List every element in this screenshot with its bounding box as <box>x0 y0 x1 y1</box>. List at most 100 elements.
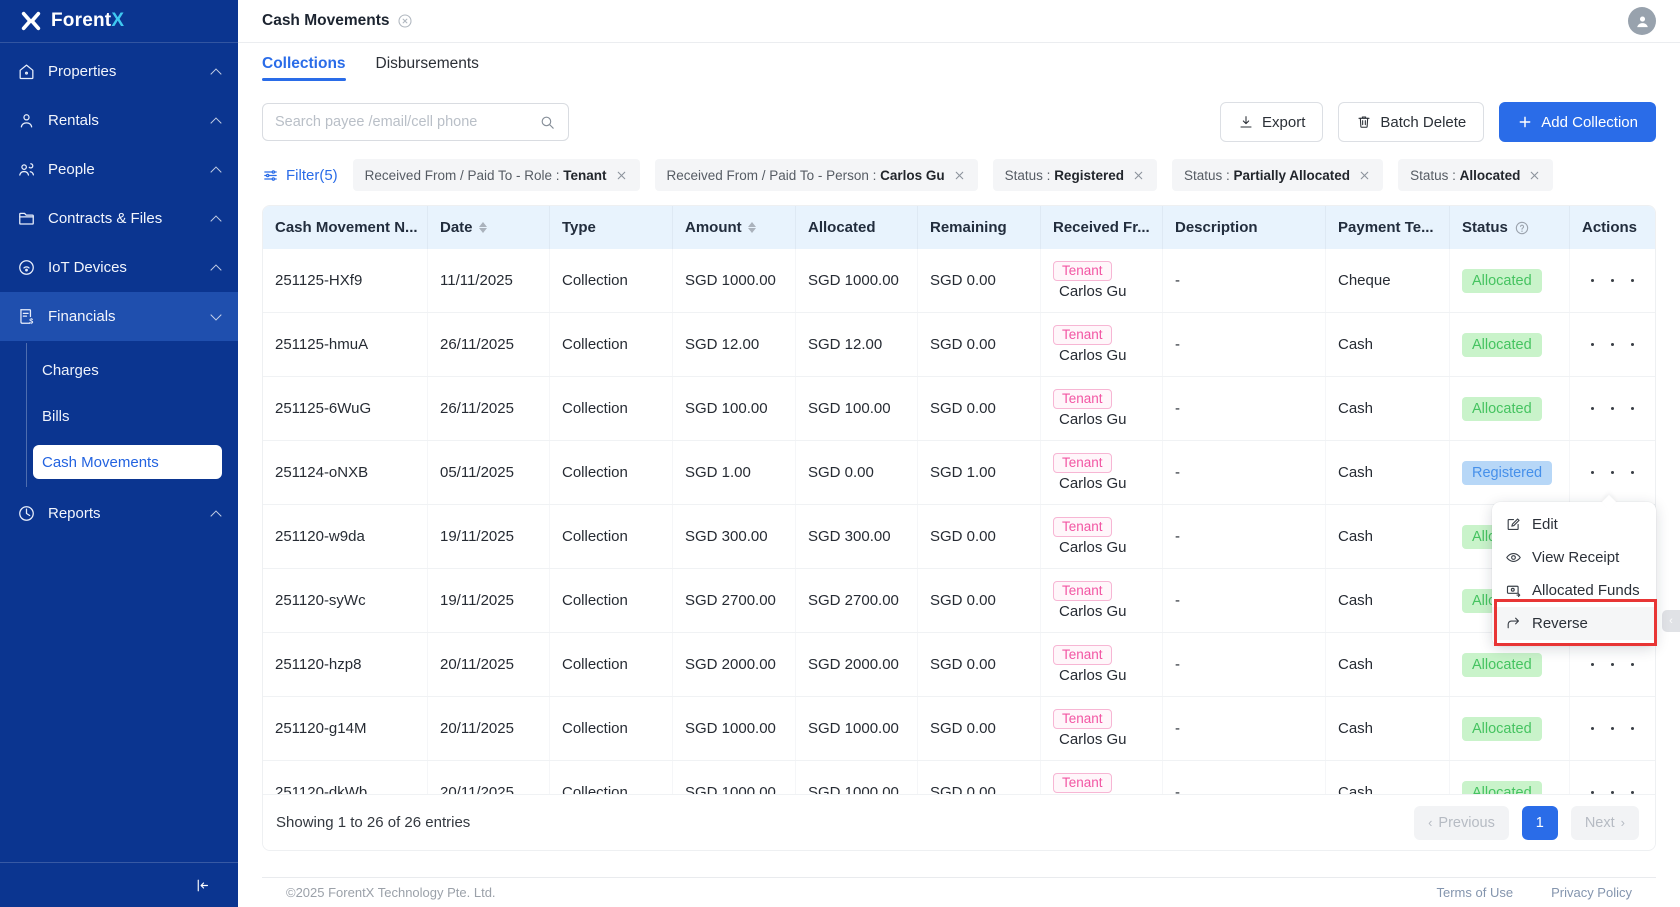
export-button[interactable]: Export <box>1220 102 1324 142</box>
chevron-icon <box>210 263 222 276</box>
search-icon[interactable] <box>539 114 556 131</box>
brand-logo[interactable]: ForentX <box>0 0 238 43</box>
cell-remaining: SGD 0.00 <box>918 377 1041 440</box>
person-name: Carlos Gu <box>1059 475 1127 492</box>
next-page-button[interactable]: Next › <box>1570 805 1639 840</box>
cell-date: 20/11/2025 <box>428 697 550 760</box>
person-icon <box>17 111 36 130</box>
sidebar-item-people[interactable]: People <box>0 145 238 194</box>
cell-date: 19/11/2025 <box>428 569 550 632</box>
column-header-status: Status <box>1450 206 1570 249</box>
table-row: 251125-HXf9 11/11/2025 Collection SGD 1000.… <box>263 249 1655 313</box>
filter-link[interactable]: Filter(5) <box>262 167 338 184</box>
person-name: Carlos Gu <box>1059 347 1127 364</box>
user-avatar[interactable] <box>1628 7 1656 35</box>
chip-close-icon[interactable] <box>1132 169 1145 182</box>
cell-remaining: SGD 1.00 <box>918 441 1041 504</box>
chip-close-icon[interactable] <box>615 169 628 182</box>
cell-actions <box>1570 761 1655 794</box>
footer-link-terms-of-use[interactable]: Terms of Use <box>1437 885 1514 900</box>
status-badge: Registered <box>1462 460 1553 485</box>
column-header-cash-movement-n: Cash Movement N... <box>263 206 428 249</box>
chevron-icon <box>210 509 222 522</box>
row-actions-kebab-icon[interactable] <box>1582 405 1643 412</box>
cell-amount: SGD 1000.00 <box>673 697 796 760</box>
table-row: 251120-w9da 19/11/2025 Collection SGD 300.0… <box>263 505 1655 569</box>
row-actions-kebab-icon[interactable] <box>1582 277 1643 284</box>
sidebar-collapse-icon[interactable] <box>190 873 214 897</box>
column-header-actions: Actions <box>1582 219 1638 236</box>
sidebar-subitem-bills[interactable]: Bills <box>0 393 238 439</box>
cell-remaining: SGD 0.00 <box>918 697 1041 760</box>
sidebar-item-iot-devices[interactable]: IoT Devices <box>0 243 238 292</box>
menu-item-reverse[interactable]: Reverse <box>1492 607 1656 640</box>
tabs: Collections Disbursements <box>262 55 1656 81</box>
cell-payment-term: Cash <box>1326 505 1450 568</box>
column-header-allocated: Allocated <box>796 206 918 249</box>
cell-number: 251120-w9da <box>263 505 428 568</box>
menu-item-allocated-funds[interactable]: Allocated Funds <box>1492 574 1656 607</box>
previous-page-button[interactable]: ‹ Previous <box>1414 805 1509 840</box>
cell-remaining: SGD 0.00 <box>918 761 1041 794</box>
sort-icon[interactable] <box>747 222 756 233</box>
role-tag: Tenant <box>1053 261 1112 281</box>
cell-type: Collection <box>550 697 673 760</box>
row-actions-kebab-icon[interactable] <box>1582 789 1643 794</box>
chip-close-icon[interactable] <box>1358 169 1371 182</box>
sidebar-subitem-charges[interactable]: Charges <box>0 347 238 393</box>
sidebar-item-properties[interactable]: Properties <box>0 47 238 96</box>
person-name: Carlos Gu <box>1059 603 1127 620</box>
page-title: Cash Movements <box>262 12 390 29</box>
cell-number: 251120-syWc <box>263 569 428 632</box>
column-header-date[interactable]: Date <box>428 206 550 249</box>
person-name: Carlos Gu <box>1059 283 1127 300</box>
menu-item-edit[interactable]: Edit <box>1492 508 1656 541</box>
row-actions-kebab-icon[interactable] <box>1582 725 1643 732</box>
column-header-received-fr: Received Fr... <box>1041 206 1163 249</box>
row-actions-kebab-icon[interactable] <box>1582 661 1643 668</box>
sidebar-item-rentals[interactable]: Rentals <box>0 96 238 145</box>
batch-delete-button[interactable]: Batch Delete <box>1338 102 1485 142</box>
search-input[interactable] <box>275 114 531 130</box>
tab-collections[interactable]: Collections <box>262 55 346 81</box>
cell-type: Collection <box>550 249 673 312</box>
sort-icon[interactable] <box>478 222 487 233</box>
menu-item-view-receipt[interactable]: View Receipt <box>1492 541 1656 574</box>
row-actions-kebab-icon[interactable] <box>1582 341 1643 348</box>
cell-type: Collection <box>550 441 673 504</box>
sidebar-item-financials[interactable]: $ Financials <box>0 292 238 341</box>
cell-payment-term: Cash <box>1326 761 1450 794</box>
cell-allocated: SGD 2000.00 <box>796 633 918 696</box>
page-tab-cash-movements[interactable]: Cash Movements <box>262 12 413 30</box>
cell-description: - <box>1163 249 1326 312</box>
cell-number: 251120-g14M <box>263 697 428 760</box>
chip-close-icon[interactable] <box>1528 169 1541 182</box>
table-row: 251125-hmuA 26/11/2025 Collection SGD 12.00… <box>263 313 1655 377</box>
sidebar-item-contracts-files[interactable]: Contracts & Files <box>0 194 238 243</box>
tab-close-icon[interactable] <box>397 13 413 29</box>
sidebar-item-reports[interactable]: Reports <box>0 489 238 538</box>
cell-type: Collection <box>550 633 673 696</box>
sidebar-nav: Properties Rentals People Contracts & Fi… <box>0 43 238 538</box>
column-header-description: Description <box>1163 206 1326 249</box>
chip-close-icon[interactable] <box>953 169 966 182</box>
row-actions-kebab-icon[interactable] <box>1582 469 1643 476</box>
column-header-amount[interactable]: Amount <box>673 206 796 249</box>
sidebar-subitem-cash-movements[interactable]: Cash Movements <box>33 445 222 479</box>
cell-actions <box>1570 377 1655 440</box>
folder-icon <box>17 209 36 228</box>
edge-handle[interactable]: ‹ <box>1662 610 1680 632</box>
add-collection-button[interactable]: Add Collection <box>1499 102 1656 142</box>
cell-allocated: SGD 300.00 <box>796 505 918 568</box>
page-1-button[interactable]: 1 <box>1521 805 1558 840</box>
table-row: 251124-oNXB 05/11/2025 Collection SGD 1.00 S… <box>263 441 1655 505</box>
tab-disbursements[interactable]: Disbursements <box>376 55 479 81</box>
help-icon[interactable] <box>1514 220 1530 236</box>
footer-link-privacy-policy[interactable]: Privacy Policy <box>1551 885 1632 900</box>
people-icon <box>17 160 36 179</box>
status-badge: Allocated <box>1462 268 1542 293</box>
role-tag: Tenant <box>1053 645 1112 665</box>
eye-icon <box>1505 549 1522 566</box>
cell-description: - <box>1163 377 1326 440</box>
table-row: 251120-syWc 19/11/2025 Collection SGD 2700.… <box>263 569 1655 633</box>
